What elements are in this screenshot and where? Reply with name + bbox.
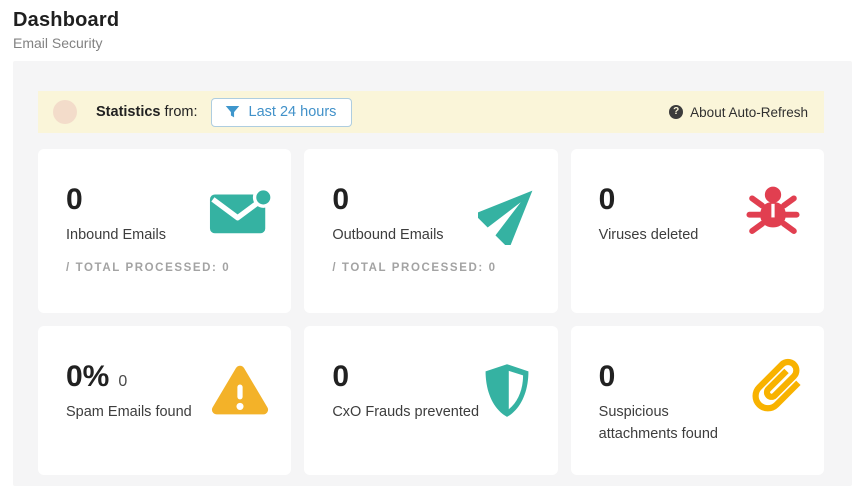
stat-label: Spam Emails found: [66, 401, 218, 423]
stat-value: 0: [599, 362, 616, 392]
page-subtitle: Email Security: [13, 35, 856, 51]
paper-plane-icon: [478, 179, 544, 245]
stat-total-processed: / TOTAL PROCESSED: 0: [66, 262, 267, 274]
stat-value: 0: [599, 185, 616, 215]
help-icon: ?: [669, 105, 683, 119]
paperclip-icon: [746, 354, 808, 416]
stat-card-inbound-emails: 0 Inbound Emails / TOTAL PROCESSED: 0: [38, 149, 291, 313]
stat-label: Inbound Emails: [66, 224, 218, 246]
stat-value: 0%: [66, 362, 109, 392]
stats-grid: 0 Inbound Emails / TOTAL PROCESSED: 0 0 …: [38, 149, 824, 475]
stat-card-spam-emails: 0% 0 Spam Emails found: [38, 326, 291, 475]
stat-card-cxo-frauds: 0 CxO Frauds prevented: [304, 326, 557, 475]
statistics-label: Statistics: [96, 104, 160, 120]
stat-label: Viruses deleted: [599, 224, 751, 246]
stat-card-outbound-emails: 0 Outbound Emails / TOTAL PROCESSED: 0: [304, 149, 557, 313]
dashboard-panel: Statistics from: Last 24 hours ? About A…: [13, 61, 852, 486]
warning-triangle-icon: [209, 362, 271, 420]
status-dot: [53, 100, 77, 124]
statistics-from-label: Statistics from:: [96, 104, 198, 120]
about-link-label: About Auto-Refresh: [690, 105, 808, 120]
time-range-filter-button[interactable]: Last 24 hours: [211, 98, 353, 127]
from-label: from:: [160, 104, 197, 120]
shield-icon: [482, 362, 532, 420]
stat-extra-value: 0: [118, 373, 127, 391]
stat-label: Outbound Emails: [332, 224, 484, 246]
stat-value: 0: [332, 362, 349, 392]
filter-button-label: Last 24 hours: [249, 104, 337, 120]
about-auto-refresh-link[interactable]: ? About Auto-Refresh: [669, 105, 808, 120]
stat-card-viruses-deleted: 0 Viruses deleted: [571, 149, 824, 313]
page-header: Dashboard Email Security: [0, 0, 856, 51]
page-title: Dashboard: [13, 9, 856, 32]
statistics-banner: Statistics from: Last 24 hours ? About A…: [38, 91, 824, 133]
envelope-icon: [209, 187, 273, 235]
stat-label: CxO Frauds prevented: [332, 401, 484, 423]
stat-total-processed: / TOTAL PROCESSED: 0: [332, 262, 533, 274]
stat-label: Suspicious attachments found: [599, 401, 751, 446]
bug-icon: [744, 183, 802, 241]
stat-value: 0: [66, 185, 83, 215]
stat-value: 0: [332, 185, 349, 215]
stat-card-suspicious-attachments: 0 Suspicious attachments found: [571, 326, 824, 475]
filter-funnel-icon: [225, 105, 240, 119]
